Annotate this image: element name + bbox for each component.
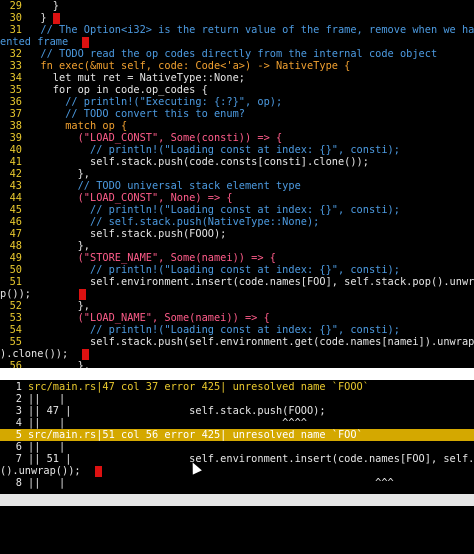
code-line: 44 ("LOAD_CONST", None) => { — [9, 192, 233, 204]
code-line: 55 self.stack.push(self.environment.get(… — [9, 336, 474, 348]
error-sign-marker — [82, 348, 90, 360]
quickfix-entry[interactable]: 1 src/main.rs|47 col 37 error 425| unreso… — [0, 381, 474, 393]
error-sign-marker — [82, 36, 90, 48]
code-line: 53 ("LOAD_NAME", Some(namei)) => { — [9, 312, 270, 324]
quickfix-entry[interactable]: 4 || | ^^^^ — [0, 417, 474, 429]
code-line: 40 // println!("Loading const at index: … — [9, 144, 400, 156]
code-line: 29 } — [9, 0, 59, 12]
quickfix-entry-wrap[interactable]: ().unwrap()); — [0, 465, 474, 477]
code-line: 36 // println!("Executing: {:?}", op); — [9, 96, 283, 108]
code-line: 30 } — [0, 12, 474, 24]
code-line: 46 // self.stack.push(NativeType::None); — [9, 216, 320, 228]
quickfix-cursor-position: 5,1 — [365, 518, 384, 530]
vim-terminal[interactable]: 29 } 30 } 31 // The Option<i32> is the r… — [0, 0, 474, 542]
code-line: 34 let mut ret = NativeType::None; — [9, 72, 245, 84]
code-line: 31 // The Option<i32> is the return valu… — [9, 24, 474, 36]
error-sign-marker — [52, 12, 60, 24]
quickfix-scroll-percent: 全部 — [449, 530, 470, 542]
code-line: 49 ("STORE_NAME", Some(namei)) => { — [9, 252, 276, 264]
quickfix-status-line: [Quickfix List] 5,1 全部 — [0, 494, 474, 542]
quickfix-entry-selected[interactable]: 5 src/main.rs|51 col 56 error 425| unreso… — [0, 429, 474, 441]
code-line: 52 }, — [9, 300, 90, 312]
code-line: 45 // println!("Loading const at index: … — [9, 204, 400, 216]
code-line-wrap: ented frame — [0, 36, 474, 48]
code-line: 33 fn exec(&mut self, code: Code<'a>) ->… — [9, 60, 351, 72]
code-line-wrap: ).clone()); — [0, 348, 474, 360]
code-line: 39 ("LOAD_CONST", Some(consti)) => { — [9, 132, 283, 144]
quickfix-entry[interactable]: 7 || 51 | self.environment.insert(code.na… — [0, 453, 474, 465]
code-line: 47 self.stack.push(FOOO); — [9, 228, 227, 240]
code-line: 50 // println!("Loading const at index: … — [9, 264, 400, 276]
quickfix-entry[interactable]: 3 || 47 | self.stack.push(FOOO); — [0, 405, 474, 417]
quickfix-entry[interactable]: 6 || | — [0, 441, 474, 453]
code-line: 37 // TODO convert this to enum? — [9, 108, 245, 120]
code-line: 32 // TODO read the op codes directly fr… — [9, 48, 438, 60]
code-line: 41 self.stack.push(code.consts[consti].c… — [9, 156, 369, 168]
error-sign-marker — [94, 465, 102, 477]
editor-status-line: src/main.rs 51,56 8% — [0, 368, 474, 416]
code-line: 35 for op in code.op_codes { — [9, 84, 208, 96]
code-line: 48 }, — [9, 240, 90, 252]
code-line: 42 }, — [9, 168, 90, 180]
code-line: 54 // println!("Loading const at index: … — [9, 324, 400, 336]
quickfix-entry[interactable]: 2 || | — [0, 393, 474, 405]
code-line: 38 match op { — [9, 120, 128, 132]
code-line-wrap: p()); — [0, 288, 474, 300]
error-sign-marker — [79, 288, 86, 300]
quickfix-entry[interactable]: 8 || | ^^^ — [0, 477, 474, 489]
code-line-cursor: 51 self.environment.insert(code.names[FO… — [9, 276, 474, 288]
quickfix-title: [Quickfix List] — [24, 506, 118, 518]
code-line: 43 // TODO universal stack element type — [9, 180, 301, 192]
